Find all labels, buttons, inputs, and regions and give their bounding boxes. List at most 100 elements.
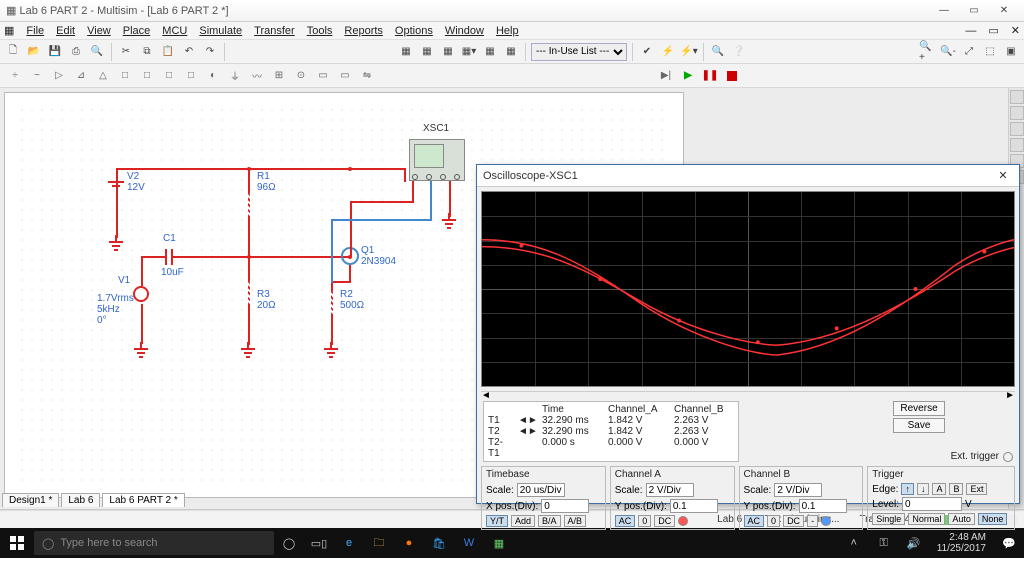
open-button[interactable]: 📂 — [25, 43, 43, 61]
tab-lab6[interactable]: Lab 6 — [61, 493, 100, 507]
cursor1-move-icon[interactable]: ◄► — [518, 415, 536, 426]
chb-ac-button[interactable]: AC — [744, 515, 765, 527]
full-screen-button[interactable]: ▣ — [1002, 43, 1020, 61]
scroll-left-icon[interactable]: ◄ — [481, 390, 491, 401]
taskbar-clock[interactable]: 2:48 AM11/25/2017 — [929, 532, 994, 554]
multimeter-icon[interactable] — [1010, 90, 1024, 104]
copy-button[interactable]: ⧉ — [138, 43, 156, 61]
stop-button[interactable] — [723, 67, 741, 85]
cursor2-move-icon[interactable]: ◄► — [518, 426, 536, 437]
zoom-out-button[interactable]: 🔍- — [939, 43, 957, 61]
mdi-menu-icon[interactable]: ▦ — [4, 24, 14, 37]
place-power-button[interactable]: ⏚ — [226, 67, 244, 85]
menu-window[interactable]: Window — [445, 25, 484, 37]
store-icon[interactable]: 🛍 — [424, 528, 454, 558]
new-button[interactable]: 🗋 — [4, 43, 22, 61]
scroll-right-icon[interactable]: ► — [1005, 390, 1015, 401]
check-button[interactable]: ✔ — [638, 43, 656, 61]
cha-port[interactable] — [678, 516, 688, 526]
edge-icon[interactable]: e — [334, 528, 364, 558]
place-indicator-button[interactable]: ◐ — [204, 67, 222, 85]
mdi-maximize-button[interactable]: ▭ — [988, 24, 998, 37]
cut-button[interactable]: ✂ — [117, 43, 135, 61]
paste-button[interactable]: 📋 — [159, 43, 177, 61]
undo-button[interactable]: ↶ — [180, 43, 198, 61]
postprocess-button[interactable]: ▦▾ — [460, 43, 478, 61]
component-db-button[interactable]: ▦ — [397, 43, 415, 61]
pause-button[interactable]: ❚❚ — [701, 67, 719, 85]
trigger-level-input[interactable] — [902, 497, 962, 511]
menu-help[interactable]: Help — [496, 25, 519, 37]
trig-b-button[interactable]: B — [949, 483, 963, 495]
wattmeter-icon[interactable] — [1010, 122, 1024, 136]
zoom-fit-button[interactable]: ⤢ — [960, 43, 978, 61]
place-cmos-button[interactable]: □ — [138, 67, 156, 85]
menu-view[interactable]: View — [87, 25, 111, 37]
trig-none-button[interactable]: None — [978, 513, 1008, 525]
place-mcu-button[interactable]: ▭ — [314, 67, 332, 85]
inuse-list-select[interactable]: --- In-Use List --- — [531, 43, 627, 61]
grapher-button[interactable]: ▦ — [439, 43, 457, 61]
mdi-minimize-button[interactable]: — — [965, 25, 976, 37]
tab-design1[interactable]: Design1 * — [2, 493, 59, 507]
trig-auto-button[interactable]: Auto — [948, 513, 975, 525]
c1-component[interactable] — [165, 249, 173, 265]
place-electromech-button[interactable]: ⊞ — [270, 67, 288, 85]
edge-fall-button[interactable]: ↓ — [917, 483, 930, 495]
place-ttl-button[interactable]: □ — [116, 67, 134, 85]
place-misc-button[interactable]: □ — [160, 67, 178, 85]
oscilloscope-window[interactable]: Oscilloscope-XSC1 ✕ ◄ ► TimeChannel_ACha… — [476, 164, 1020, 504]
interactive-button[interactable]: ▶| — [657, 67, 675, 85]
trig-single-button[interactable]: Single — [872, 513, 905, 525]
component-wizard-button[interactable]: ▦ — [418, 43, 436, 61]
place-source-button[interactable]: ÷ — [6, 67, 24, 85]
task-view-icon[interactable]: ▭▯ — [304, 528, 334, 558]
zoom-area-button[interactable]: ⬚ — [981, 43, 999, 61]
probe-settings-button[interactable]: ⚡▾ — [680, 43, 698, 61]
chb-port[interactable] — [821, 516, 831, 526]
cha-0-button[interactable]: 0 — [638, 515, 651, 527]
place-mixed-button[interactable]: □ — [182, 67, 200, 85]
trig-normal-button[interactable]: Normal — [908, 513, 945, 525]
back-annotate-button[interactable]: ▦ — [502, 43, 520, 61]
cha-scale-input[interactable] — [646, 483, 694, 497]
chb-inv-button[interactable]: - — [807, 515, 818, 527]
ba-button[interactable]: B/A — [538, 515, 561, 527]
add-button[interactable]: Add — [511, 515, 535, 527]
cha-ac-button[interactable]: AC — [615, 515, 636, 527]
r2-component[interactable] — [331, 291, 333, 315]
menu-transfer[interactable]: Transfer — [254, 25, 295, 37]
place-connector-button[interactable]: ⊙ — [292, 67, 310, 85]
cortana-icon[interactable]: ◯ — [274, 528, 304, 558]
ab-button[interactable]: A/B — [564, 515, 587, 527]
trig-ext-button[interactable]: Ext — [966, 483, 987, 495]
menu-place[interactable]: Place — [123, 25, 151, 37]
tab-lab6-part2[interactable]: Lab 6 PART 2 * — [102, 493, 184, 507]
menu-edit[interactable]: Edit — [56, 25, 75, 37]
menu-options[interactable]: Options — [395, 25, 433, 37]
mdi-close-button[interactable]: ✕ — [1011, 24, 1020, 37]
chb-ypos-input[interactable] — [799, 499, 847, 513]
minimize-button[interactable]: — — [930, 2, 958, 20]
function-generator-icon[interactable] — [1010, 106, 1024, 120]
taskbar-search[interactable]: ◯ Type here to search — [34, 531, 274, 555]
reverse-button[interactable]: Reverse — [893, 401, 944, 416]
v1-component[interactable] — [133, 286, 149, 302]
edge-rise-button[interactable]: ↑ — [901, 483, 914, 495]
oscilloscope-icon[interactable] — [1010, 138, 1024, 152]
place-analog-button[interactable]: △ — [94, 67, 112, 85]
r1-component[interactable] — [248, 193, 250, 217]
place-hier-button[interactable]: ▭ — [336, 67, 354, 85]
cha-dc-button[interactable]: DC — [654, 515, 675, 527]
scope-instrument[interactable] — [409, 139, 465, 181]
menu-simulate[interactable]: Simulate — [199, 25, 242, 37]
save-scope-button[interactable]: Save — [893, 418, 944, 433]
print-preview-button[interactable]: 🔍 — [88, 43, 106, 61]
place-transistor-button[interactable]: ⊿ — [72, 67, 90, 85]
scope-close-button[interactable]: ✕ — [993, 169, 1013, 182]
menu-file[interactable]: File — [26, 25, 44, 37]
menu-tools[interactable]: Tools — [307, 25, 333, 37]
probe-button[interactable]: ⚡ — [659, 43, 677, 61]
timebase-scale-input[interactable] — [517, 483, 565, 497]
menu-mcu[interactable]: MCU — [162, 25, 187, 37]
